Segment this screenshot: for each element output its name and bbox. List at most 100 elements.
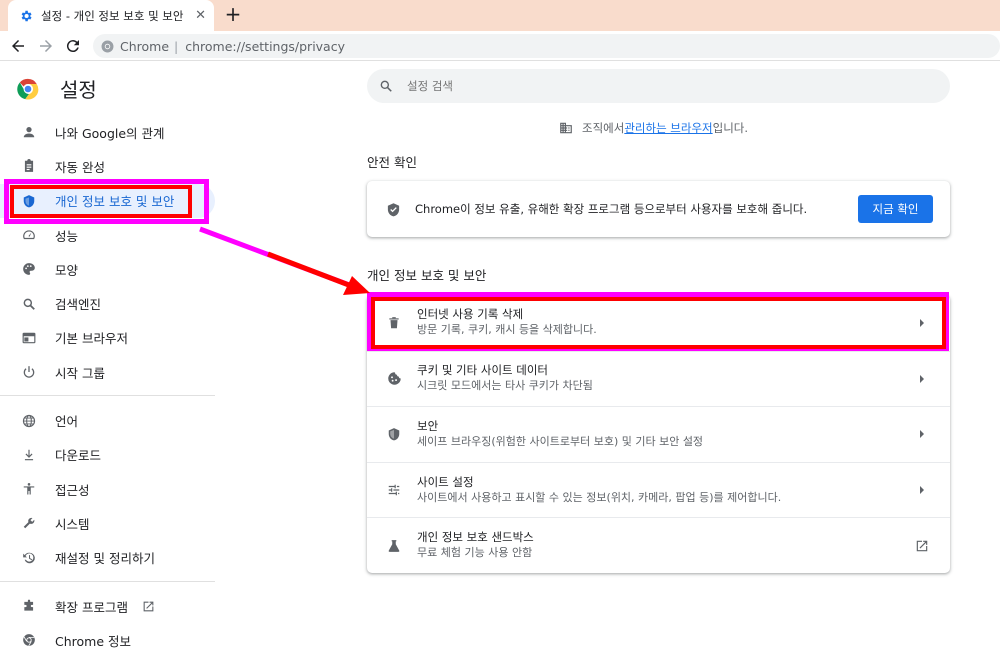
security-row[interactable]: 보안 세이프 브라우징(위험한 사이트로부터 보호) 및 기타 보안 설정 — [367, 406, 950, 462]
sidebar-item-label: 언어 — [55, 414, 79, 430]
reload-icon[interactable] — [64, 37, 82, 55]
flask-icon — [386, 538, 402, 554]
close-tab-icon[interactable]: ✕ — [195, 8, 206, 23]
gear-icon — [21, 10, 32, 21]
managed-prefix: 조직에서 — [582, 121, 625, 135]
row-subtitle: 무료 체험 기능 사용 안함 — [417, 546, 533, 560]
person-icon — [21, 124, 37, 140]
palette-icon — [21, 261, 37, 277]
sidebar-item-label: 확장 프로그램 — [55, 599, 128, 615]
cookie-icon — [386, 371, 402, 387]
shield-icon — [386, 426, 402, 442]
sidebar-item-reset[interactable]: 재설정 및 정리하기 — [0, 541, 215, 575]
chevron-right-icon — [910, 430, 934, 439]
sidebar-item-label: 성능 — [55, 228, 79, 244]
sidebar-item-extensions[interactable]: 확장 프로그램 — [0, 589, 215, 623]
sidebar-item-downloads[interactable]: 다운로드 — [0, 438, 215, 472]
search-icon — [380, 80, 392, 92]
sidebar-item-languages[interactable]: 언어 — [0, 403, 215, 437]
row-subtitle: 사이트에서 사용하고 표시할 수 있는 정보(위치, 카메라, 팝업 등)를 제… — [417, 490, 782, 504]
row-title: 보안 — [417, 418, 439, 433]
check-now-button[interactable]: 지금 확인 — [858, 195, 933, 223]
chrome-icon — [101, 40, 114, 52]
row-subtitle: 시크릿 모드에서는 타사 쿠키가 차단됨 — [417, 379, 593, 393]
chevron-right-icon — [910, 486, 934, 495]
safety-check-text: Chrome이 정보 유출, 유해한 확장 프로그램 등으로부터 사용자를 보호… — [415, 202, 808, 216]
accessibility-icon — [21, 481, 37, 497]
settings-search[interactable] — [367, 69, 950, 103]
sidebar-item-appearance[interactable]: 모양 — [0, 252, 215, 286]
power-icon — [21, 364, 37, 380]
wrench-icon — [21, 515, 37, 531]
sidebar-item-label: 시작 그룹 — [55, 365, 105, 381]
sidebar-item-label: 검색엔진 — [55, 297, 102, 313]
sidebar-item-system[interactable]: 시스템 — [0, 506, 215, 540]
building-icon — [560, 122, 572, 134]
history-icon — [21, 550, 37, 566]
sidebar-item-label: 기본 브라우저 — [55, 331, 128, 347]
sidebar-item-label: 접근성 — [55, 482, 90, 498]
sidebar-item-privacy[interactable]: 개인 정보 보호 및 보안 — [0, 183, 215, 218]
clear-browsing-data-row[interactable]: 인터넷 사용 기록 삭제 방문 기록, 쿠키, 캐시 등을 삭제합니다. — [367, 295, 950, 351]
row-title: 개인 정보 보호 샌드박스 — [417, 530, 534, 545]
back-arrow-icon[interactable] — [9, 37, 27, 55]
managed-link[interactable]: 관리하는 브라우저 — [624, 120, 712, 136]
clipboard-icon — [21, 158, 37, 174]
sidebar-item-label: 모양 — [55, 262, 79, 278]
sidebar-item-you-and-google[interactable]: 나와 Google의 관계 — [0, 115, 215, 149]
safety-check-card: Chrome이 정보 유출, 유해한 확장 프로그램 등으로부터 사용자를 보호… — [367, 181, 950, 237]
shield-check-icon — [387, 202, 400, 216]
managed-suffix: 입니다. — [712, 121, 749, 135]
tab-title: 설정 - 개인 정보 보호 및 보안 — [41, 8, 184, 23]
chevron-right-icon — [910, 318, 934, 327]
search-input[interactable] — [407, 79, 907, 93]
sidebar-divider — [0, 580, 215, 582]
row-subtitle: 세이프 브라우징(위험한 사이트로부터 보호) 및 기타 보안 설정 — [417, 434, 704, 448]
browser-window-icon — [21, 330, 37, 346]
shield-icon — [21, 193, 37, 209]
search-icon — [21, 296, 37, 312]
privacy-section-title: 개인 정보 보호 및 보안 — [367, 268, 487, 283]
sidebar-item-default-browser[interactable]: 기본 브라우저 — [0, 321, 215, 355]
forward-arrow-icon[interactable] — [37, 37, 55, 55]
row-title: 사이트 설정 — [417, 474, 474, 489]
sidebar-item-search-engine[interactable]: 검색엔진 — [0, 286, 215, 320]
row-title: 쿠키 및 기타 사이트 데이터 — [417, 363, 549, 378]
omnibox-site: Chrome — [120, 38, 170, 54]
safety-check-title: 안전 확인 — [367, 155, 417, 170]
tab-strip: 설정 - 개인 정보 보호 및 보안 ✕ + — [0, 0, 1000, 31]
sidebar-item-label: 재설정 및 정리하기 — [55, 551, 155, 567]
new-tab-button[interactable]: + — [222, 4, 244, 26]
active-tab[interactable]: 설정 - 개인 정보 보호 및 보안 ✕ — [8, 0, 214, 31]
omnibox-url: chrome://settings/privacy — [185, 38, 345, 54]
speedometer-icon — [21, 227, 37, 243]
sidebar-item-label: 자동 완성 — [55, 159, 105, 175]
sidebar-item-accessibility[interactable]: 접근성 — [0, 472, 215, 506]
address-bar[interactable]: Chrome | chrome://settings/privacy — [93, 34, 1000, 58]
sidebar-item-performance[interactable]: 성능 — [0, 218, 215, 252]
privacy-sandbox-row[interactable]: 개인 정보 보호 샌드박스 무료 체험 기능 사용 안함 — [367, 517, 950, 573]
chevron-right-icon — [910, 374, 934, 383]
chrome-logo-icon — [17, 78, 39, 100]
managed-notice: 조직에서 관리하는 브라우저 입니다. — [559, 120, 748, 136]
chrome-icon — [21, 632, 37, 648]
trash-icon — [386, 315, 402, 331]
open-in-new-icon — [142, 600, 155, 613]
sidebar: 나와 Google의 관계 자동 완성 개인 정보 보호 및 보안 성능 모양 … — [0, 115, 215, 657]
sidebar-divider — [0, 395, 215, 397]
sidebar-item-on-startup[interactable]: 시작 그룹 — [0, 355, 215, 389]
row-subtitle: 방문 기록, 쿠키, 캐시 등을 삭제합니다. — [417, 323, 597, 337]
cookies-row[interactable]: 쿠키 및 기타 사이트 데이터 시크릿 모드에서는 타사 쿠키가 차단됨 — [367, 350, 950, 407]
globe-icon — [21, 413, 37, 429]
toolbar: Chrome | chrome://settings/privacy — [0, 31, 1000, 61]
sidebar-item-about-chrome[interactable]: Chrome 정보 — [0, 623, 215, 657]
site-settings-row[interactable]: 사이트 설정 사이트에서 사용하고 표시할 수 있는 정보(위치, 카메라, 팝… — [367, 461, 950, 518]
sidebar-item-label: 다운로드 — [55, 448, 102, 464]
sidebar-item-autofill[interactable]: 자동 완성 — [0, 149, 215, 183]
puzzle-icon — [21, 598, 37, 614]
row-title: 인터넷 사용 기록 삭제 — [417, 307, 524, 322]
open-in-new-icon — [910, 539, 934, 553]
download-icon — [21, 447, 37, 463]
sidebar-item-label: 개인 정보 보호 및 보안 — [55, 194, 175, 210]
sidebar-item-label: 나와 Google의 관계 — [55, 125, 165, 141]
